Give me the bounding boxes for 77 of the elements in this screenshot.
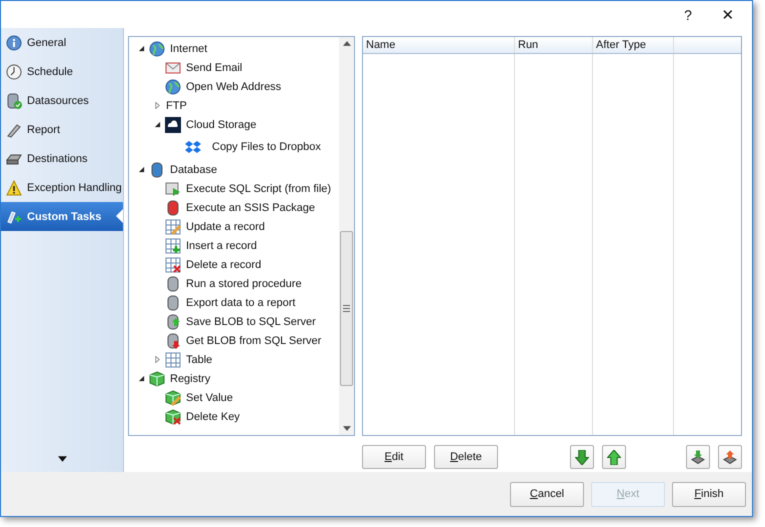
tree-item[interactable]: Database [169,164,218,176]
tree-item[interactable]: Get BLOB from SQL Server [185,334,322,346]
warn-icon [6,180,22,196]
collapse-icon[interactable] [138,375,144,382]
scroll-down-icon[interactable] [58,456,66,462]
database-icon [165,276,181,292]
scroll-down-icon[interactable] [342,426,350,431]
sidebar-item[interactable]: Custom Tasks [1,202,123,231]
tree-item[interactable]: FTP [165,100,188,112]
grid-pencil-icon [165,218,181,234]
cloud-icon [165,116,181,132]
collapse-icon[interactable] [138,166,144,173]
sidebar-item[interactable]: Datasources [1,86,123,115]
sidebar-item[interactable]: Report [1,115,123,144]
tree-item[interactable]: Set Value [185,392,234,404]
tree-item[interactable]: Table [185,354,214,366]
cube-pencil-icon [165,390,181,406]
export-button[interactable] [718,445,742,469]
pen-icon [6,122,22,138]
database-upload-icon [165,314,181,330]
sidebar-item[interactable]: Destinations [1,144,123,173]
scroll-up-icon[interactable] [342,41,350,46]
dropbox-icon [185,139,201,155]
globe-icon [165,78,181,94]
list-action-button[interactable]: Delete [434,445,498,469]
tree-item[interactable]: Export data to a report [185,296,296,308]
tree-item[interactable]: Open Web Address [185,80,282,92]
move-down-button[interactable] [570,445,594,469]
grid-icon [165,352,181,368]
import-icon [691,450,705,464]
cube-x-icon [165,408,181,424]
column-header[interactable]: Run [515,37,593,53]
arrow-up-icon [607,450,621,464]
tree-item[interactable]: Cloud Storage [185,118,258,130]
tree-item[interactable]: Insert a record [185,240,258,252]
database-icon [165,200,181,216]
info-icon [6,34,22,50]
move-up-button[interactable] [602,445,626,469]
globe-icon [149,40,165,56]
envelope-icon [165,60,181,76]
tree-item[interactable]: Execute SQL Script (from file) [185,182,332,194]
cube-icon [149,370,165,386]
close-button[interactable]: ✕ [710,6,746,24]
database-icon [149,162,165,178]
wizard-button[interactable]: Finish [672,482,746,506]
wizard-button[interactable]: Cancel [510,482,584,506]
vertical-scrollbar[interactable] [339,37,354,435]
expand-icon[interactable] [154,102,160,109]
import-button[interactable] [686,445,710,469]
database-download-icon [165,332,181,348]
tree-item[interactable]: Send Email [185,62,244,74]
tree-item[interactable]: Run a stored procedure [185,278,303,290]
help-button[interactable]: ? [670,6,706,22]
tree-item[interactable]: Delete Key [185,410,241,422]
expand-icon[interactable] [154,356,160,363]
tree-item[interactable]: Internet [169,42,208,54]
export-icon [723,450,737,464]
list-action-button[interactable]: Edit [362,445,426,469]
column-header[interactable]: Name [363,37,515,53]
tree-item[interactable]: Copy Files to Dropbox [211,141,322,153]
sidebar-item[interactable]: General [1,28,123,57]
tree-item[interactable]: Execute an SSIS Package [185,202,316,214]
tree-item[interactable]: Save BLOB to SQL Server [185,316,317,328]
collapse-icon[interactable] [154,121,160,128]
tree-item[interactable]: Delete a record [185,258,262,270]
sidebar-item[interactable]: Exception Handling [1,173,123,202]
tree-item[interactable]: Update a record [185,220,266,232]
database-icon [165,294,181,310]
clock-icon [6,64,22,80]
tree-item[interactable]: Registry [169,372,212,384]
collapse-icon[interactable] [138,45,144,52]
db-check-icon [6,92,22,108]
sidebar-item[interactable]: Schedule [1,57,123,86]
grid-x-icon [165,256,181,272]
grid-plus-icon [165,238,181,254]
column-header[interactable]: After Type [593,37,674,53]
arrow-down-icon [575,450,589,464]
